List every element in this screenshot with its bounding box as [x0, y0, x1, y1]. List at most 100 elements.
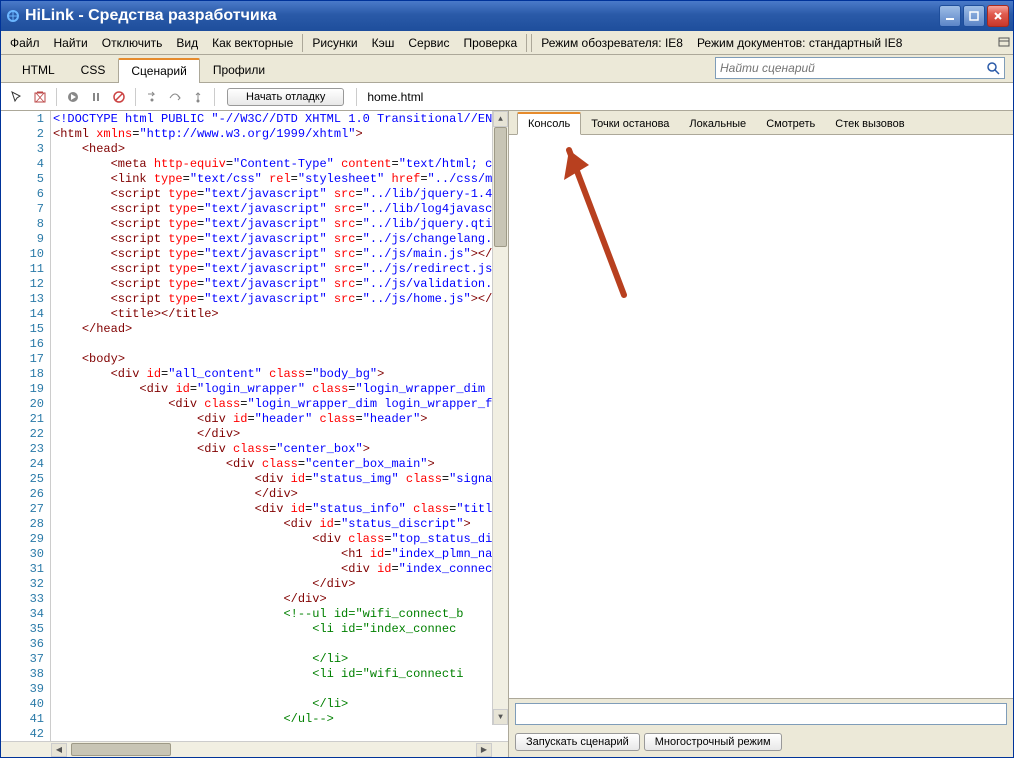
vertical-scrollbar[interactable]: ▲ ▼ — [492, 111, 508, 725]
tab-html[interactable]: HTML — [9, 58, 68, 82]
code-line[interactable]: <div id="header" class="header"> — [53, 412, 508, 427]
code-line[interactable]: <div class="top_status_di — [53, 532, 508, 547]
code-line[interactable]: <div id="index_connec — [53, 562, 508, 577]
titlebar[interactable]: HiLink - Средства разработчика — [1, 1, 1013, 31]
search-input[interactable] — [716, 61, 984, 75]
scroll-down-icon[interactable]: ▼ — [493, 709, 508, 725]
tab-сценарий[interactable]: Сценарий — [118, 58, 199, 83]
rtab-смотреть[interactable]: Смотреть — [756, 114, 825, 134]
minimize-button[interactable] — [939, 5, 961, 27]
code-line[interactable]: <script type="text/javascript" src="../l… — [53, 202, 508, 217]
code-line[interactable]: <div class="center_box"> — [53, 442, 508, 457]
main-area: 1234567891011121314151617181920212223242… — [1, 111, 1013, 757]
multiline-mode-button[interactable]: Многострочный режим — [644, 733, 782, 751]
code-line[interactable]: <div class="center_box_main"> — [53, 457, 508, 472]
scroll-up-icon[interactable]: ▲ — [493, 111, 508, 127]
code-line[interactable] — [53, 727, 508, 741]
menu-найти[interactable]: Найти — [47, 33, 95, 53]
window-controls — [939, 5, 1009, 27]
code-line[interactable]: </li> — [53, 697, 508, 712]
clear-icon[interactable] — [30, 87, 50, 107]
rtab-стек-вызовов[interactable]: Стек вызовов — [825, 114, 914, 134]
select-element-icon[interactable] — [7, 87, 27, 107]
code-line[interactable] — [53, 637, 508, 652]
code-line[interactable]: <script type="text/javascript" src="../l… — [53, 187, 508, 202]
search-icon[interactable] — [984, 59, 1002, 77]
code-line[interactable]: </div> — [53, 592, 508, 607]
browser-mode-menu[interactable]: Режим обозревателя: IE8 — [534, 33, 690, 53]
code-line[interactable]: </head> — [53, 322, 508, 337]
stop-on-error-icon[interactable] — [109, 87, 129, 107]
code-line[interactable]: <div id="all_content" class="body_bg"> — [53, 367, 508, 382]
rtab-консоль[interactable]: Консоль — [517, 112, 581, 135]
code-line[interactable]: <body> — [53, 352, 508, 367]
scroll-right-icon[interactable]: ▶ — [476, 743, 492, 757]
tab-css[interactable]: CSS — [68, 58, 119, 82]
code-line[interactable]: <title></title> — [53, 307, 508, 322]
close-button[interactable] — [987, 5, 1009, 27]
code-line[interactable]: <script type="text/javascript" src="../j… — [53, 262, 508, 277]
code-pane: 1234567891011121314151617181920212223242… — [1, 111, 509, 757]
menu-сервис[interactable]: Сервис — [401, 33, 456, 53]
code-line[interactable]: </div> — [53, 487, 508, 502]
code-line[interactable]: <h1 id="index_plmn_na — [53, 547, 508, 562]
code-line[interactable]: <script type="text/javascript" src="../l… — [53, 217, 508, 232]
code-content[interactable]: <!DOCTYPE html PUBLIC "-//W3C//DTD XHTML… — [51, 111, 508, 741]
code-line[interactable]: <div id="login_wrapper" class="login_wra… — [53, 382, 508, 397]
tab-профили[interactable]: Профили — [200, 58, 278, 82]
menu-отключить[interactable]: Отключить — [95, 33, 170, 53]
step-over-icon[interactable] — [165, 87, 185, 107]
menu-проверка[interactable]: Проверка — [456, 33, 524, 53]
console-input[interactable] — [515, 703, 1007, 725]
unpin-icon[interactable] — [997, 36, 1011, 50]
menu-файл[interactable]: Файл — [3, 33, 47, 53]
code-line[interactable] — [53, 682, 508, 697]
code-line[interactable]: </ul--> — [53, 712, 508, 727]
code-area[interactable]: 1234567891011121314151617181920212223242… — [1, 111, 508, 741]
menu-как векторные[interactable]: Как векторные — [205, 33, 300, 53]
script-toolbar: Начать отладку home.html — [1, 83, 1013, 111]
rtab-локальные[interactable]: Локальные — [679, 114, 756, 134]
code-line[interactable]: <html xmlns="http://www.w3.org/1999/xhtm… — [53, 127, 508, 142]
pause-icon[interactable] — [86, 87, 106, 107]
code-line[interactable]: <!--ul id="wifi_connect_b — [53, 607, 508, 622]
code-line[interactable]: <script type="text/javascript" src="../j… — [53, 292, 508, 307]
scroll-thumb[interactable] — [494, 127, 507, 247]
code-line[interactable]: <script type="text/javascript" src="../j… — [53, 277, 508, 292]
code-line[interactable]: <meta http-equiv="Content-Type" content=… — [53, 157, 508, 172]
console-input-row: Запускать сценарий Многострочный режим — [509, 698, 1013, 757]
code-line[interactable]: <li id="index_connec — [53, 622, 508, 637]
code-line[interactable]: <!DOCTYPE html PUBLIC "-//W3C//DTD XHTML… — [53, 112, 508, 127]
code-line[interactable]: </div> — [53, 577, 508, 592]
code-line[interactable]: <div id="status_img" class="signa — [53, 472, 508, 487]
run-script-button[interactable]: Запускать сценарий — [515, 733, 640, 751]
code-line[interactable]: <script type="text/javascript" src="../j… — [53, 247, 508, 262]
continue-icon[interactable] — [63, 87, 83, 107]
current-filename: home.html — [363, 90, 423, 104]
code-line[interactable]: <link type="text/css" rel="stylesheet" h… — [53, 172, 508, 187]
menu-вид[interactable]: Вид — [169, 33, 205, 53]
code-line[interactable] — [53, 337, 508, 352]
code-line[interactable]: <head> — [53, 142, 508, 157]
rtab-точки-останова[interactable]: Точки останова — [581, 114, 679, 134]
start-debug-button[interactable]: Начать отладку — [227, 88, 344, 106]
code-line[interactable]: <li id="wifi_connecti — [53, 667, 508, 682]
code-line[interactable]: </li> — [53, 652, 508, 667]
code-line[interactable]: <div class="login_wrapper_dim login_wrap… — [53, 397, 508, 412]
horizontal-scrollbar[interactable]: ◀ ▶ — [1, 741, 508, 757]
console-output[interactable] — [509, 135, 1013, 698]
step-into-icon[interactable] — [142, 87, 162, 107]
maximize-button[interactable] — [963, 5, 985, 27]
scroll-left-icon[interactable]: ◀ — [51, 743, 67, 757]
hscroll-thumb[interactable] — [71, 743, 171, 756]
code-line[interactable]: <div id="status_info" class="titl — [53, 502, 508, 517]
document-mode-menu[interactable]: Режим документов: стандартный IE8 — [690, 33, 909, 53]
code-line[interactable]: </div> — [53, 427, 508, 442]
menu-кэш[interactable]: Кэш — [365, 33, 402, 53]
step-out-icon[interactable] — [188, 87, 208, 107]
menu-separator — [531, 34, 532, 52]
code-line[interactable]: <div id="status_discript"> — [53, 517, 508, 532]
menu-рисунки[interactable]: Рисунки — [305, 33, 364, 53]
code-line[interactable]: <script type="text/javascript" src="../j… — [53, 232, 508, 247]
main-tabs: HTMLCSSСценарийПрофили — [1, 55, 1013, 83]
